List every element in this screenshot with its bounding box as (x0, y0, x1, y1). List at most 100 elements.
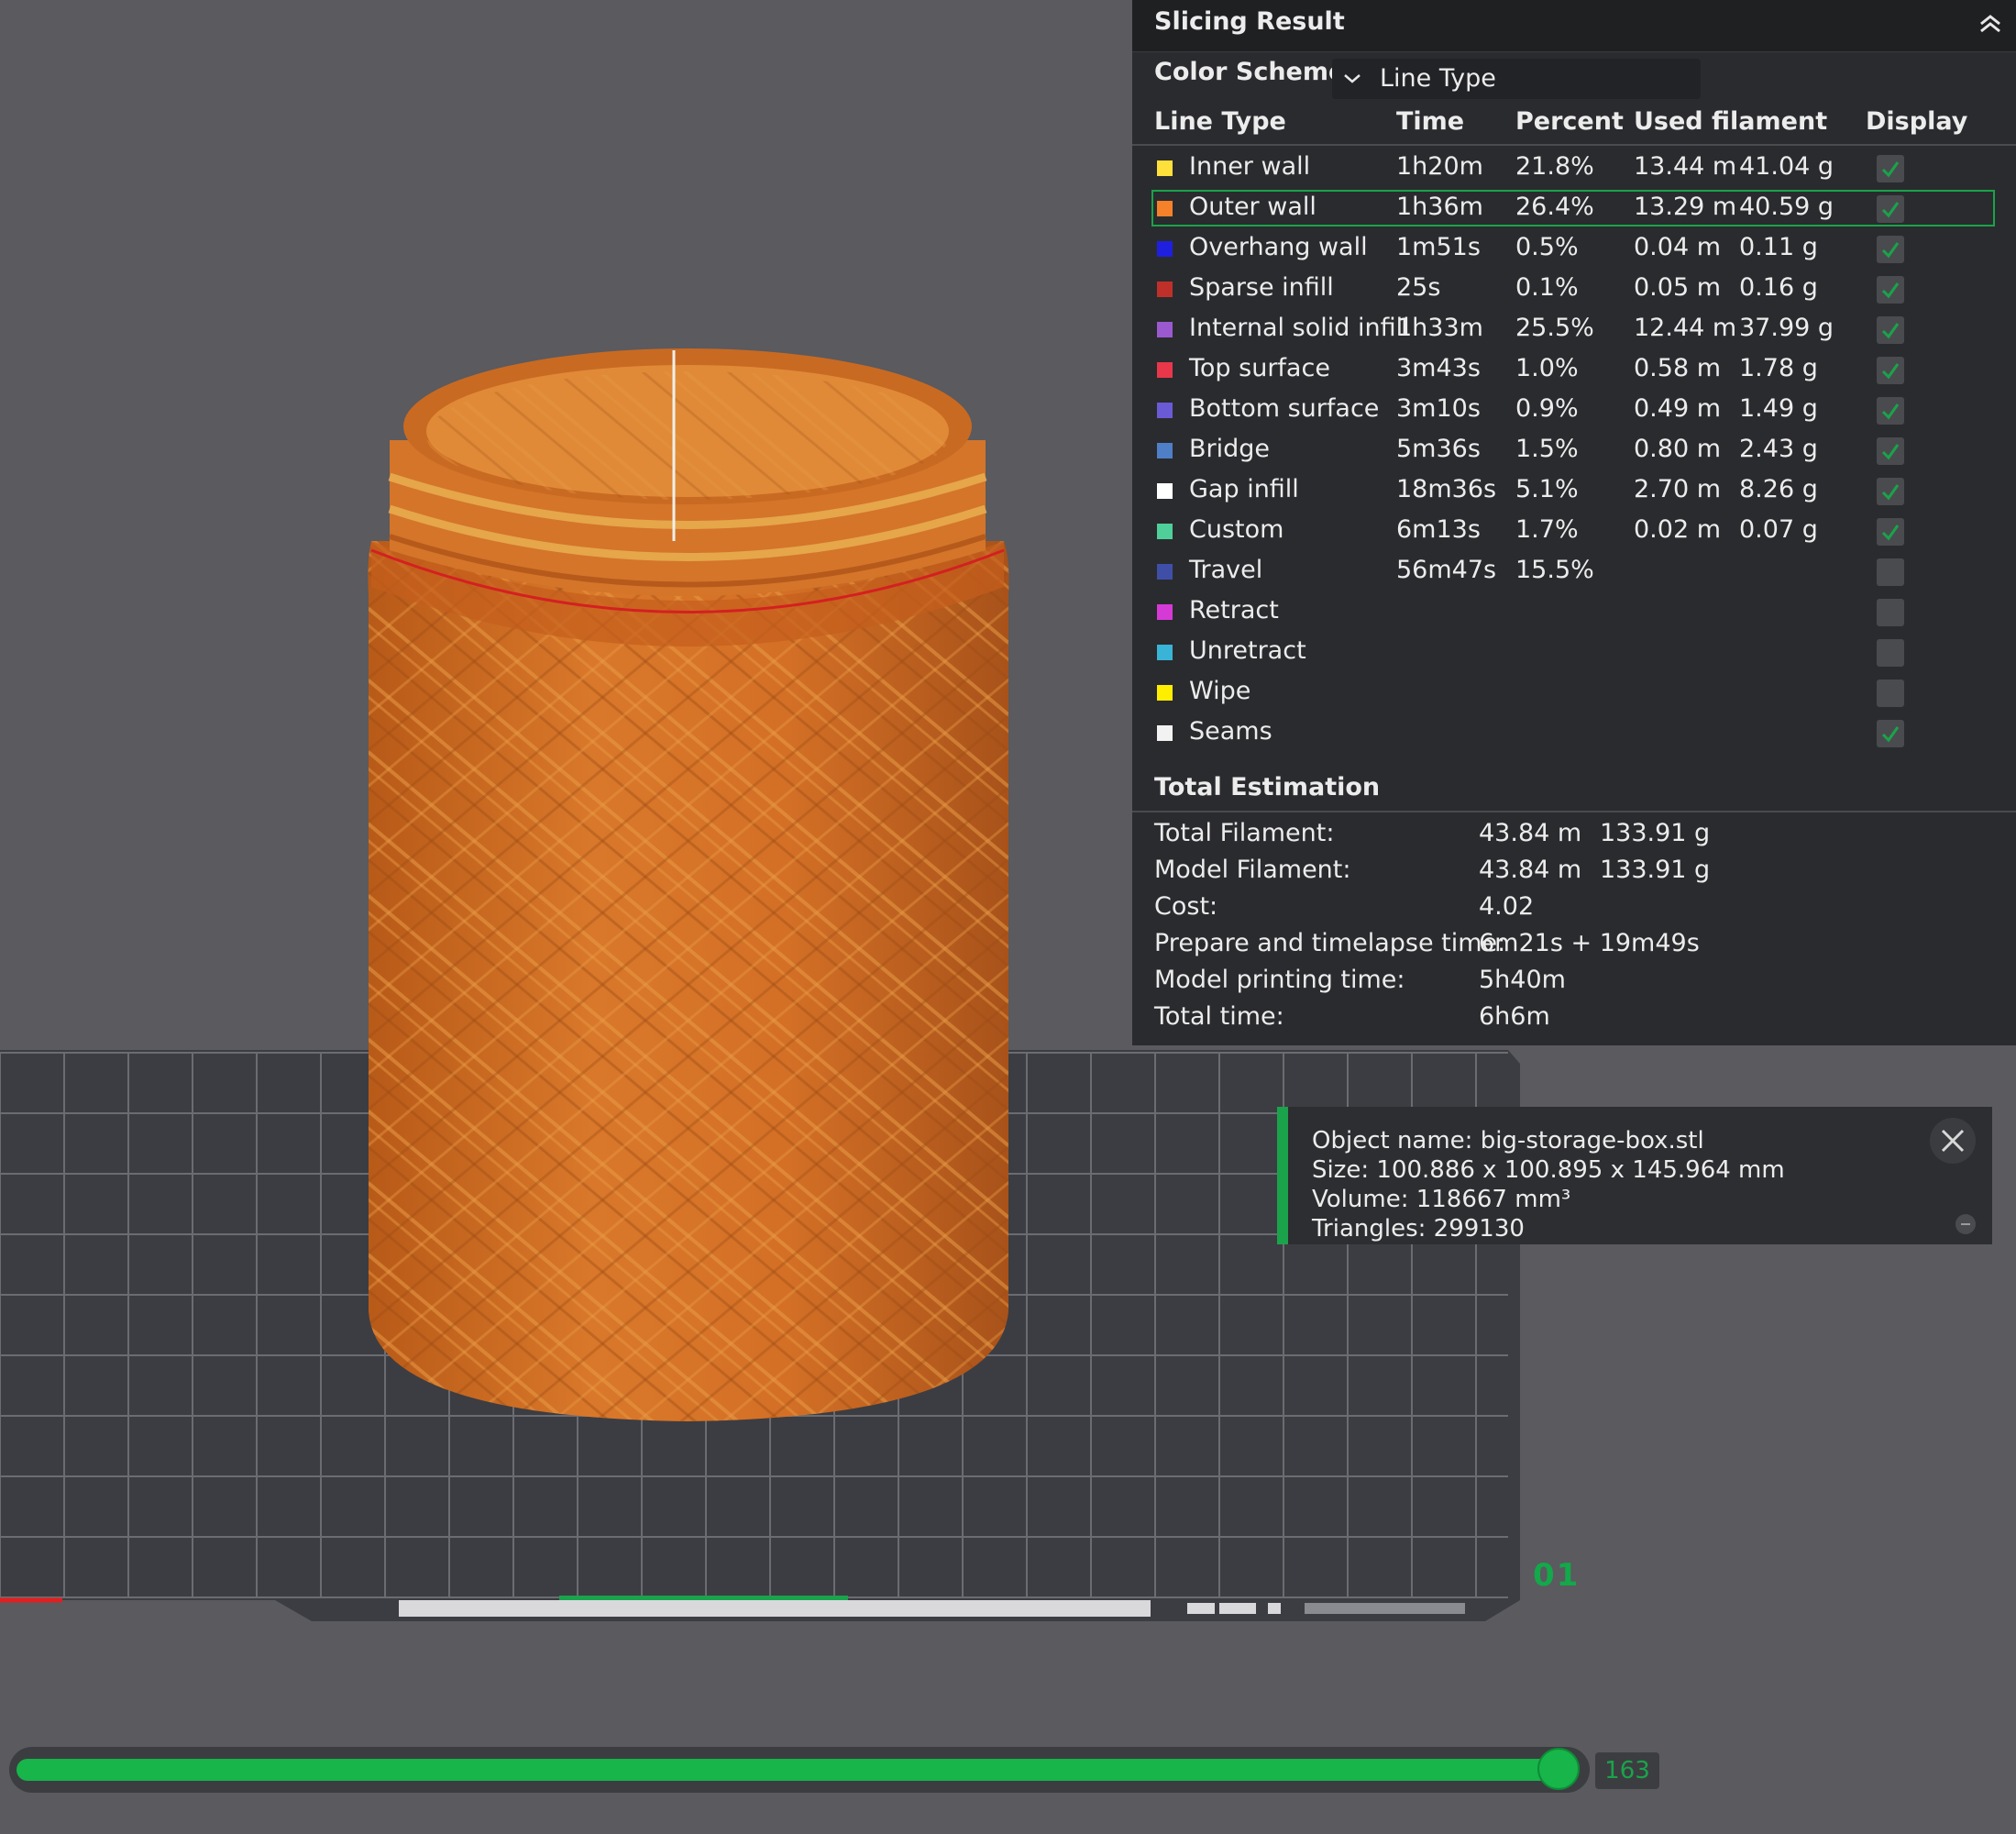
line-type-time: 6m13s (1396, 515, 1481, 544)
close-icon (1941, 1129, 1965, 1153)
line-type-row[interactable]: Gap infill 18m36s 5.1% 2.70 m 8.26 g (1132, 470, 2016, 511)
line-type-time: 18m36s (1396, 475, 1497, 503)
line-type-row[interactable]: Travel 56m47s 15.5% (1132, 551, 2016, 591)
line-type-percent: 0.5% (1515, 233, 1579, 261)
line-type-row[interactable]: Bridge 5m36s 1.5% 0.80 m 2.43 g (1132, 430, 2016, 470)
line-type-time: 1h33m (1396, 314, 1483, 342)
display-checkbox[interactable] (1877, 437, 1904, 465)
color-swatch (1157, 443, 1173, 458)
color-swatch (1157, 403, 1173, 418)
line-type-name: Travel (1189, 556, 1263, 584)
line-type-time: 3m43s (1396, 354, 1481, 382)
line-type-weight: 8.26 g (1739, 475, 1818, 503)
layer-slider-value: 163 (1595, 1752, 1659, 1789)
line-type-time: 3m10s (1396, 394, 1481, 423)
display-checkbox[interactable] (1877, 397, 1904, 425)
checkmark-icon (1881, 282, 1900, 299)
close-button[interactable] (1930, 1118, 1976, 1164)
display-checkbox[interactable] (1877, 316, 1904, 344)
total-value-primary: 6m21s + 19m49s (1479, 929, 1700, 957)
plate-label-strip (399, 1600, 1151, 1617)
line-type-weight: 1.49 g (1739, 394, 1818, 423)
display-checkbox[interactable] (1877, 679, 1904, 707)
object-name: Object name: big-storage-box.stl (1312, 1127, 1704, 1155)
chevron-down-icon (1344, 74, 1361, 83)
total-row: Prepare and timelapse time: 6m21s + 19m49… (1132, 929, 2016, 966)
total-row: Model Filament: 43.84 m 133.91 g (1132, 856, 2016, 892)
display-checkbox[interactable] (1877, 599, 1904, 626)
line-type-percent: 1.0% (1515, 354, 1579, 382)
color-swatch (1157, 604, 1173, 620)
layer-slider-fill (17, 1759, 1551, 1781)
line-type-time: 1h20m (1396, 152, 1483, 181)
color-swatch (1157, 322, 1173, 337)
line-type-time: 56m47s (1396, 556, 1497, 584)
panel-header: Slicing Result (1132, 0, 2016, 52)
display-checkbox[interactable] (1877, 155, 1904, 182)
line-type-name: Bottom surface (1189, 394, 1380, 423)
display-checkbox[interactable] (1877, 720, 1904, 747)
display-checkbox[interactable] (1877, 478, 1904, 505)
checkmark-icon (1881, 726, 1900, 743)
display-checkbox[interactable] (1877, 357, 1904, 384)
line-type-row[interactable]: Inner wall 1h20m 21.8% 13.44 m 41.04 g (1132, 148, 2016, 188)
total-label: Total Filament: (1154, 819, 1335, 847)
collapse-chevrons-icon[interactable] (1974, 7, 2007, 40)
line-type-weight: 2.43 g (1739, 435, 1818, 463)
line-type-name: Unretract (1189, 636, 1306, 665)
line-type-row[interactable]: Top surface 3m43s 1.0% 0.58 m 1.78 g (1132, 349, 2016, 390)
line-type-length: 13.44 m (1634, 152, 1737, 181)
line-type-row[interactable]: Unretract (1132, 632, 2016, 672)
line-type-length: 2.70 m (1634, 475, 1722, 503)
object-volume: Volume: 118667 mm³ (1312, 1186, 1571, 1213)
color-scheme-select[interactable]: Line Type (1332, 59, 1701, 99)
display-checkbox[interactable] (1877, 236, 1904, 263)
jar-model[interactable] (368, 348, 1009, 1421)
display-checkbox[interactable] (1877, 518, 1904, 546)
total-row: Total time: 6h6m (1132, 1002, 2016, 1039)
header-divider (1132, 144, 2016, 146)
line-type-name: Overhang wall (1189, 233, 1368, 261)
display-checkbox[interactable] (1877, 639, 1904, 667)
plate-number: 01 (1533, 1557, 1581, 1594)
line-type-name: Top surface (1189, 354, 1330, 382)
color-swatch (1157, 282, 1173, 297)
line-type-row[interactable]: Retract (1132, 591, 2016, 632)
total-value-primary: 6h6m (1479, 1002, 1550, 1031)
checkmark-icon (1881, 403, 1900, 420)
line-type-row[interactable]: Internal solid infill 1h33m 25.5% 12.44 m 37… (1132, 309, 2016, 349)
line-type-row[interactable]: Wipe (1132, 672, 2016, 713)
layer-slider-thumb[interactable] (1537, 1748, 1580, 1790)
line-type-name: Wipe (1189, 677, 1251, 705)
color-scheme-label: Color Scheme (1154, 58, 1346, 86)
line-type-length: 0.58 m (1634, 354, 1722, 382)
line-type-name: Seams (1189, 717, 1272, 746)
line-type-name: Bridge (1189, 435, 1271, 463)
line-type-weight: 41.04 g (1739, 152, 1834, 181)
line-type-weight: 0.11 g (1739, 233, 1818, 261)
color-swatch (1157, 160, 1173, 176)
line-type-row[interactable]: Bottom surface 3m10s 0.9% 0.49 m 1.49 g (1132, 390, 2016, 430)
total-value-primary: 43.84 m (1479, 819, 1582, 847)
display-checkbox[interactable] (1877, 558, 1904, 586)
line-type-row[interactable]: Sparse infill 25s 0.1% 0.05 m 0.16 g (1132, 269, 2016, 309)
total-row: Cost: 4.02 (1132, 892, 2016, 929)
line-type-percent: 0.9% (1515, 394, 1579, 423)
line-type-row[interactable]: Seams (1132, 713, 2016, 753)
line-type-row[interactable]: Custom 6m13s 1.7% 0.02 m 0.07 g (1132, 511, 2016, 551)
line-type-row[interactable]: Overhang wall 1m51s 0.5% 0.04 m 0.11 g (1132, 228, 2016, 269)
total-value-primary: 5h40m (1479, 966, 1566, 994)
total-value-secondary: 133.91 g (1600, 819, 1711, 847)
line-type-weight: 37.99 g (1739, 314, 1834, 342)
line-type-time: 25s (1396, 273, 1441, 302)
checkmark-icon (1881, 525, 1900, 541)
line-type-length: 0.04 m (1634, 233, 1722, 261)
total-value-primary: 4.02 (1479, 892, 1535, 921)
panel-title: Slicing Result (1154, 7, 1345, 36)
object-triangles: Triangles: 299130 (1312, 1215, 1525, 1243)
total-label: Model printing time: (1154, 966, 1405, 994)
selected-row-highlight (1151, 190, 1995, 226)
display-checkbox[interactable] (1877, 276, 1904, 304)
line-type-length: 12.44 m (1634, 314, 1737, 342)
minimize-button[interactable] (1955, 1214, 1976, 1234)
